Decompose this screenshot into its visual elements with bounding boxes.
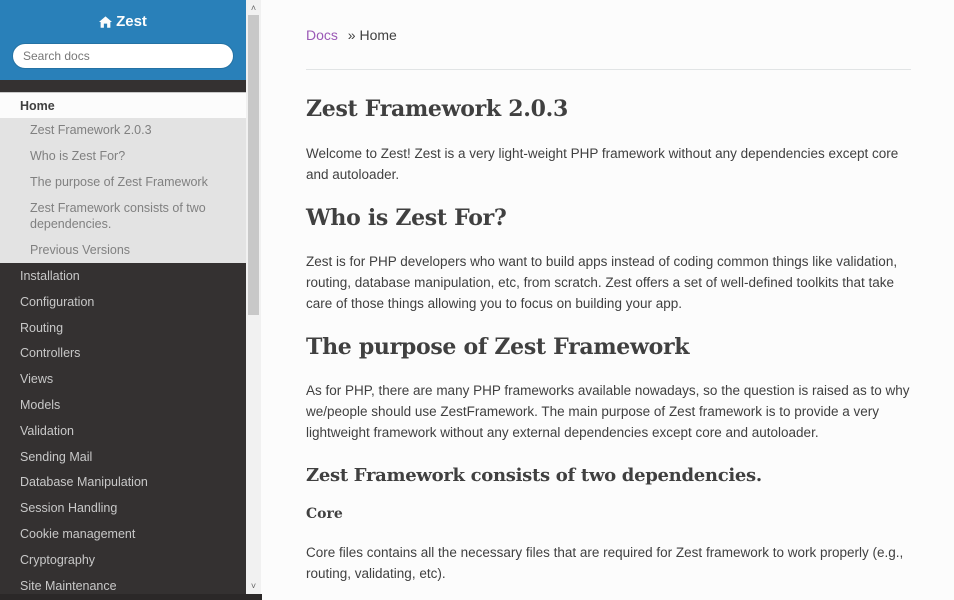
sidebar-item-controllers[interactable]: Controllers: [0, 340, 246, 366]
section-paragraph: Zest is for PHP developers who want to b…: [306, 254, 898, 311]
brand-link[interactable]: Zest: [99, 13, 147, 30]
sidebar: Zest Home Zest Framework 2.0.3 Who is Ze…: [0, 0, 246, 600]
brand-name: Zest: [116, 13, 147, 30]
sidebar-footer-strip: [0, 594, 262, 600]
sidebar-header: Zest: [0, 0, 246, 80]
breadcrumb-docs-link[interactable]: Docs: [306, 27, 338, 43]
breadcrumb-current: Home: [359, 27, 397, 43]
sidebar-subitem[interactable]: Previous Versions: [0, 242, 246, 263]
page-title: Zest Framework 2.0.3: [306, 96, 568, 122]
scroll-up-icon[interactable]: ˄: [246, 0, 261, 15]
sidebar-item-routing[interactable]: Routing: [0, 315, 246, 341]
sidebar-item-cookie-management[interactable]: Cookie management: [0, 521, 246, 547]
sidebar-nav: Installation Configuration Routing Contr…: [0, 263, 246, 598]
sidebar-item-installation[interactable]: Installation: [0, 263, 246, 289]
home-icon: [99, 15, 113, 28]
breadcrumb: Docs » Home: [306, 0, 911, 70]
sidebar-divider: [0, 80, 246, 92]
sidebar-scrollbar[interactable]: ˄ ˅: [246, 0, 261, 594]
sidebar-item-database-manipulation[interactable]: Database Manipulation: [0, 469, 246, 495]
section-heading: The purpose of Zest Framework: [306, 334, 690, 360]
subsection-heading: Core: [306, 506, 343, 522]
sidebar-item-cryptography[interactable]: Cryptography: [0, 547, 246, 573]
section-paragraph: Core files contains all the necessary fi…: [306, 545, 904, 581]
sidebar-item-models[interactable]: Models: [0, 392, 246, 418]
sidebar-item-session-handling[interactable]: Session Handling: [0, 495, 246, 521]
breadcrumb-separator: »: [347, 27, 356, 43]
sidebar-item-sending-mail[interactable]: Sending Mail: [0, 444, 246, 470]
sidebar-item-configuration[interactable]: Configuration: [0, 289, 246, 315]
sidebar-item-views[interactable]: Views: [0, 366, 246, 392]
section-paragraph: As for PHP, there are many PHP framework…: [306, 383, 910, 440]
sidebar-subnav: Zest Framework 2.0.3 Who is Zest For? Th…: [0, 118, 246, 263]
sidebar-subitem[interactable]: Who is Zest For?: [0, 148, 246, 164]
section-heading: Who is Zest For?: [306, 205, 507, 231]
search-wrapper: [12, 42, 234, 69]
sidebar-subitem[interactable]: Zest Framework 2.0.3: [0, 122, 246, 138]
scroll-down-icon[interactable]: ˅: [246, 578, 261, 593]
sidebar-item-home[interactable]: Home: [0, 92, 246, 118]
scrollbar-thumb[interactable]: [248, 15, 259, 315]
sidebar-item-validation[interactable]: Validation: [0, 418, 246, 444]
sidebar-subitem[interactable]: The purpose of Zest Framework: [0, 174, 246, 190]
main-content: Docs » Home Zest Framework 2.0.3 Welcome…: [306, 0, 911, 584]
sidebar-subitem[interactable]: Zest Framework consists of two dependenc…: [0, 200, 246, 232]
section-heading: Zest Framework consists of two dependenc…: [306, 465, 762, 486]
search-input[interactable]: [12, 42, 234, 69]
intro-paragraph: Welcome to Zest! Zest is a very light-we…: [306, 146, 899, 182]
